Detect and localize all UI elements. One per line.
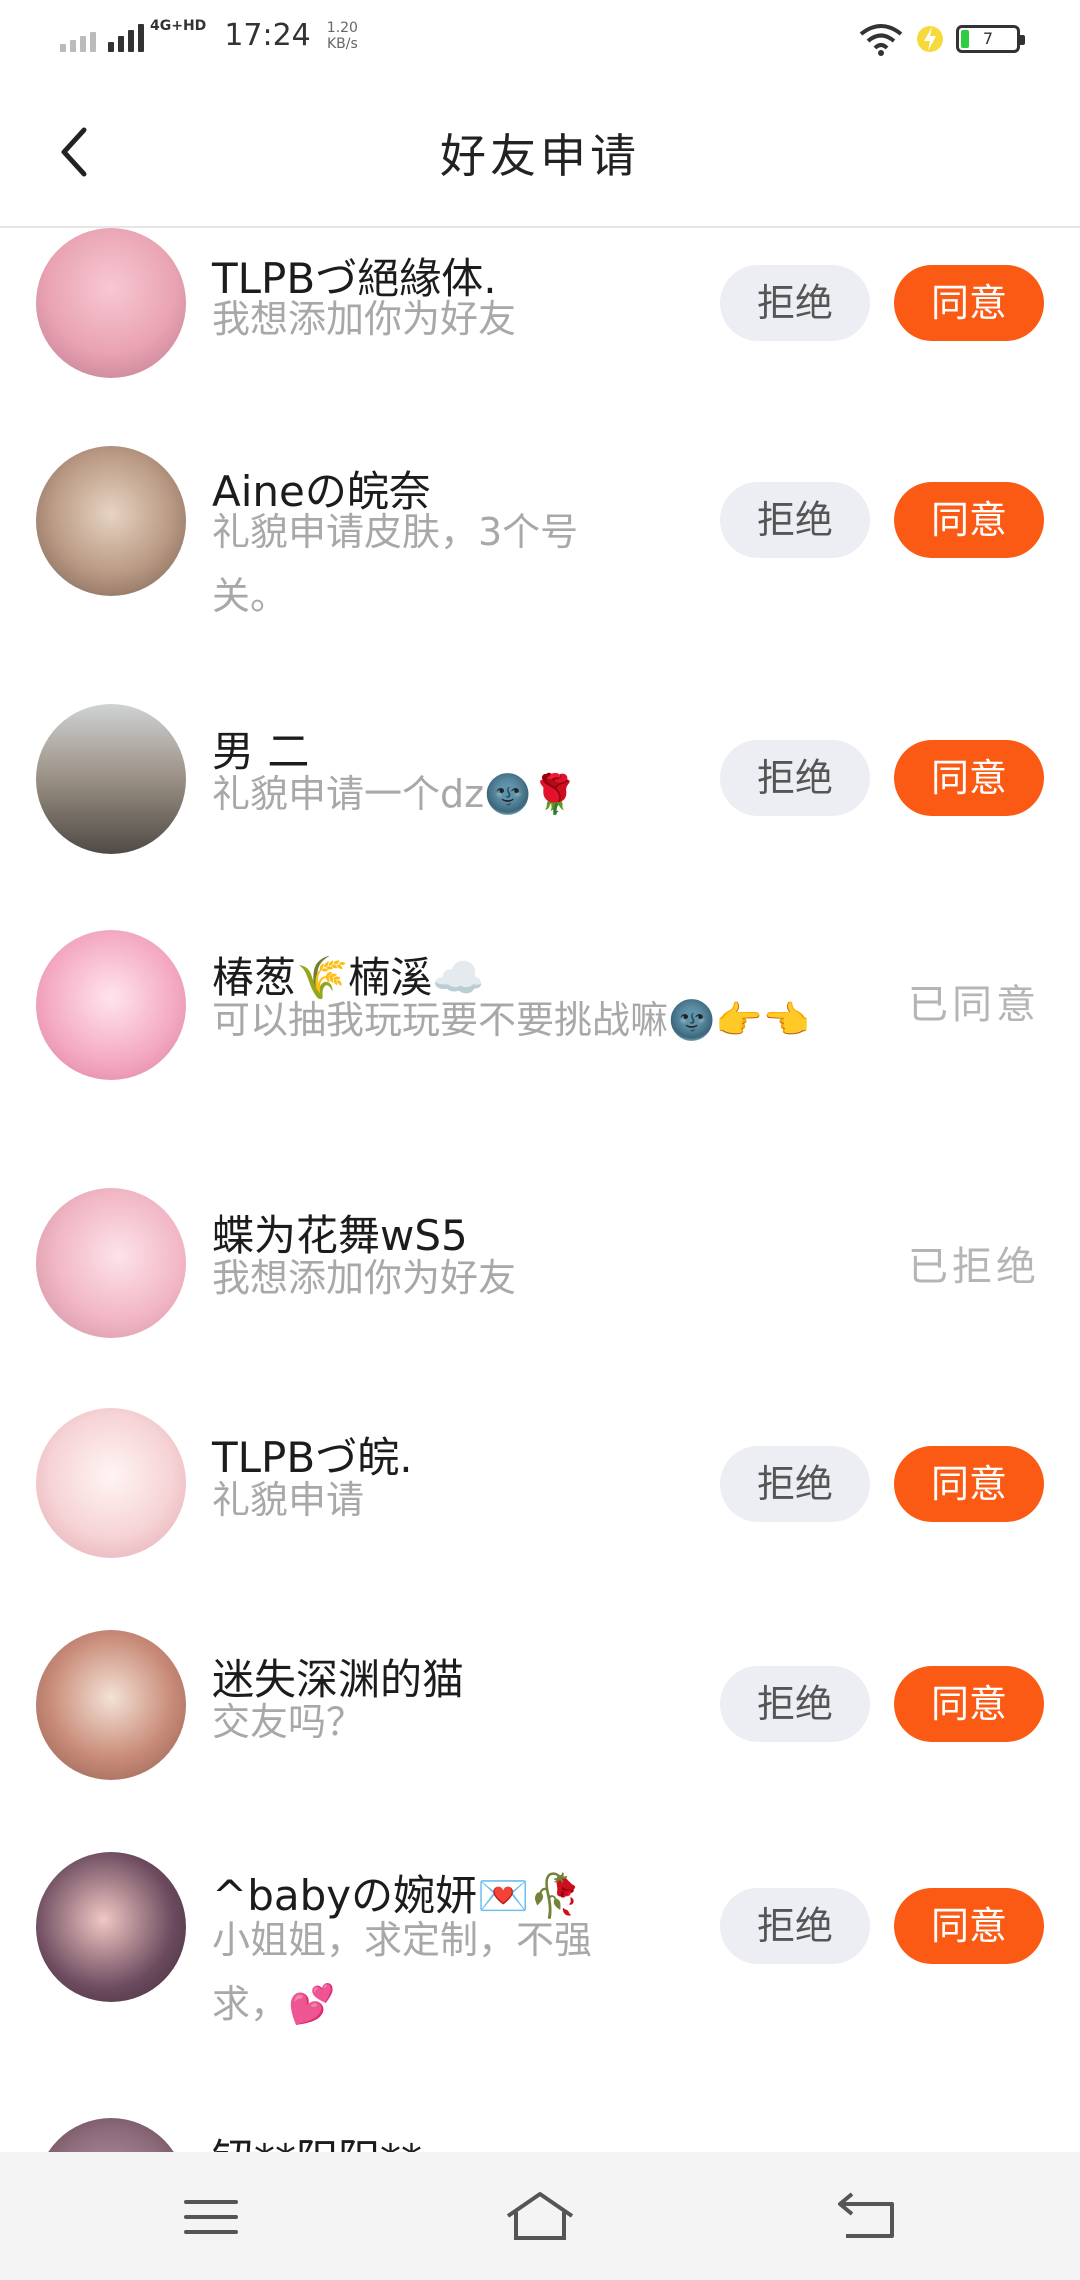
avatar[interactable] <box>36 228 186 378</box>
wifi-icon <box>859 24 903 56</box>
reject-button[interactable]: 拒绝 <box>720 1446 870 1522</box>
agree-button[interactable]: 同意 <box>894 482 1044 558</box>
page-title: 好友申请 <box>440 129 640 183</box>
list-item: ^babyの婉妍💌🥀 小姐姐，求定制，不强求，💕 拒绝 同意 <box>0 1852 1080 2062</box>
status-bar: 4G+HD 17:24 1.20 KB/s 7 <box>0 0 1080 80</box>
speed-unit: KB/s <box>326 35 358 52</box>
avatar[interactable] <box>36 1408 186 1558</box>
return-icon[interactable] <box>828 2182 908 2252</box>
request-status: 已拒绝 <box>908 1244 1040 1290</box>
request-message: 礼貌申请 <box>212 1478 365 1522</box>
reject-button[interactable]: 拒绝 <box>720 740 870 816</box>
request-message: 可以抽我玩玩要不要挑战嘛🌚👉👈 <box>212 998 810 1042</box>
battery-icon: 7 <box>956 25 1025 53</box>
network-speed: 1.20 KB/s <box>327 20 358 52</box>
app-header: 好友申请 <box>0 80 1080 228</box>
list-item: 男 二 礼貌申请一个dz🌚🌹 拒绝 同意 <box>0 704 1080 874</box>
list-item: 钮**阳阳** <box>0 2118 1080 2152</box>
signal-icon-sim1 <box>108 20 144 52</box>
avatar[interactable] <box>36 446 186 596</box>
reject-button[interactable]: 拒绝 <box>720 1666 870 1742</box>
list-item: TLPBづ絕緣体. 我想添加你为好友 拒绝 同意 <box>0 228 1080 403</box>
charging-icon <box>917 26 943 52</box>
list-item: Aineの皖奈 礼貌申请皮肤，3个号关。 拒绝 同意 <box>0 446 1080 656</box>
list-item: 蝶为花舞wS5 我想添加你为好友 已拒绝 <box>0 1188 1080 1358</box>
request-message: 我想添加你为好友 <box>212 1256 517 1300</box>
network-type: 4G+HD <box>150 17 207 34</box>
menu-icon[interactable] <box>172 2182 252 2252</box>
agree-button[interactable]: 同意 <box>894 740 1044 816</box>
request-message: 交友吗？ <box>212 1700 365 1744</box>
avatar[interactable] <box>36 930 186 1080</box>
system-nav-bar <box>0 2152 1080 2280</box>
agree-button[interactable]: 同意 <box>894 265 1044 341</box>
avatar[interactable] <box>36 2118 186 2152</box>
battery-level: 7 <box>982 29 994 48</box>
list-item: TLPBづ皖. 礼貌申请 拒绝 同意 <box>0 1408 1080 1578</box>
home-icon[interactable] <box>500 2182 580 2252</box>
signal-icon-sim2 <box>60 20 96 52</box>
avatar[interactable] <box>36 1188 186 1338</box>
avatar[interactable] <box>36 1630 186 1780</box>
request-status: 已同意 <box>908 982 1040 1028</box>
reject-button[interactable]: 拒绝 <box>720 265 870 341</box>
friend-request-list[interactable]: TLPBづ絕緣体. 我想添加你为好友 拒绝 同意 Aineの皖奈 礼貌申请皮肤，… <box>0 228 1080 2152</box>
avatar[interactable] <box>36 1852 186 2002</box>
request-message: 小姐姐，求定制，不强求，💕 <box>212 1918 593 2026</box>
reject-button[interactable]: 拒绝 <box>720 482 870 558</box>
speed-value: 1.20 <box>326 19 358 36</box>
request-message: 我想添加你为好友 <box>212 297 517 341</box>
request-message: 礼貌申请一个dz🌚🌹 <box>212 772 579 816</box>
list-item: 椿葱🌾楠溪☁️ 可以抽我玩玩要不要挑战嘛🌚👉👈 已同意 <box>0 930 1080 1130</box>
avatar[interactable] <box>36 704 186 854</box>
clock: 17:24 <box>224 18 311 53</box>
agree-button[interactable]: 同意 <box>894 1888 1044 1964</box>
agree-button[interactable]: 同意 <box>894 1446 1044 1522</box>
requester-name: 钮**阳阳** <box>212 2126 422 2152</box>
agree-button[interactable]: 同意 <box>894 1666 1044 1742</box>
list-item: 迷失深渊的猫 交友吗？ 拒绝 同意 <box>0 1630 1080 1800</box>
request-message: 礼貌申请皮肤，3个号关。 <box>212 510 579 618</box>
reject-button[interactable]: 拒绝 <box>720 1888 870 1964</box>
